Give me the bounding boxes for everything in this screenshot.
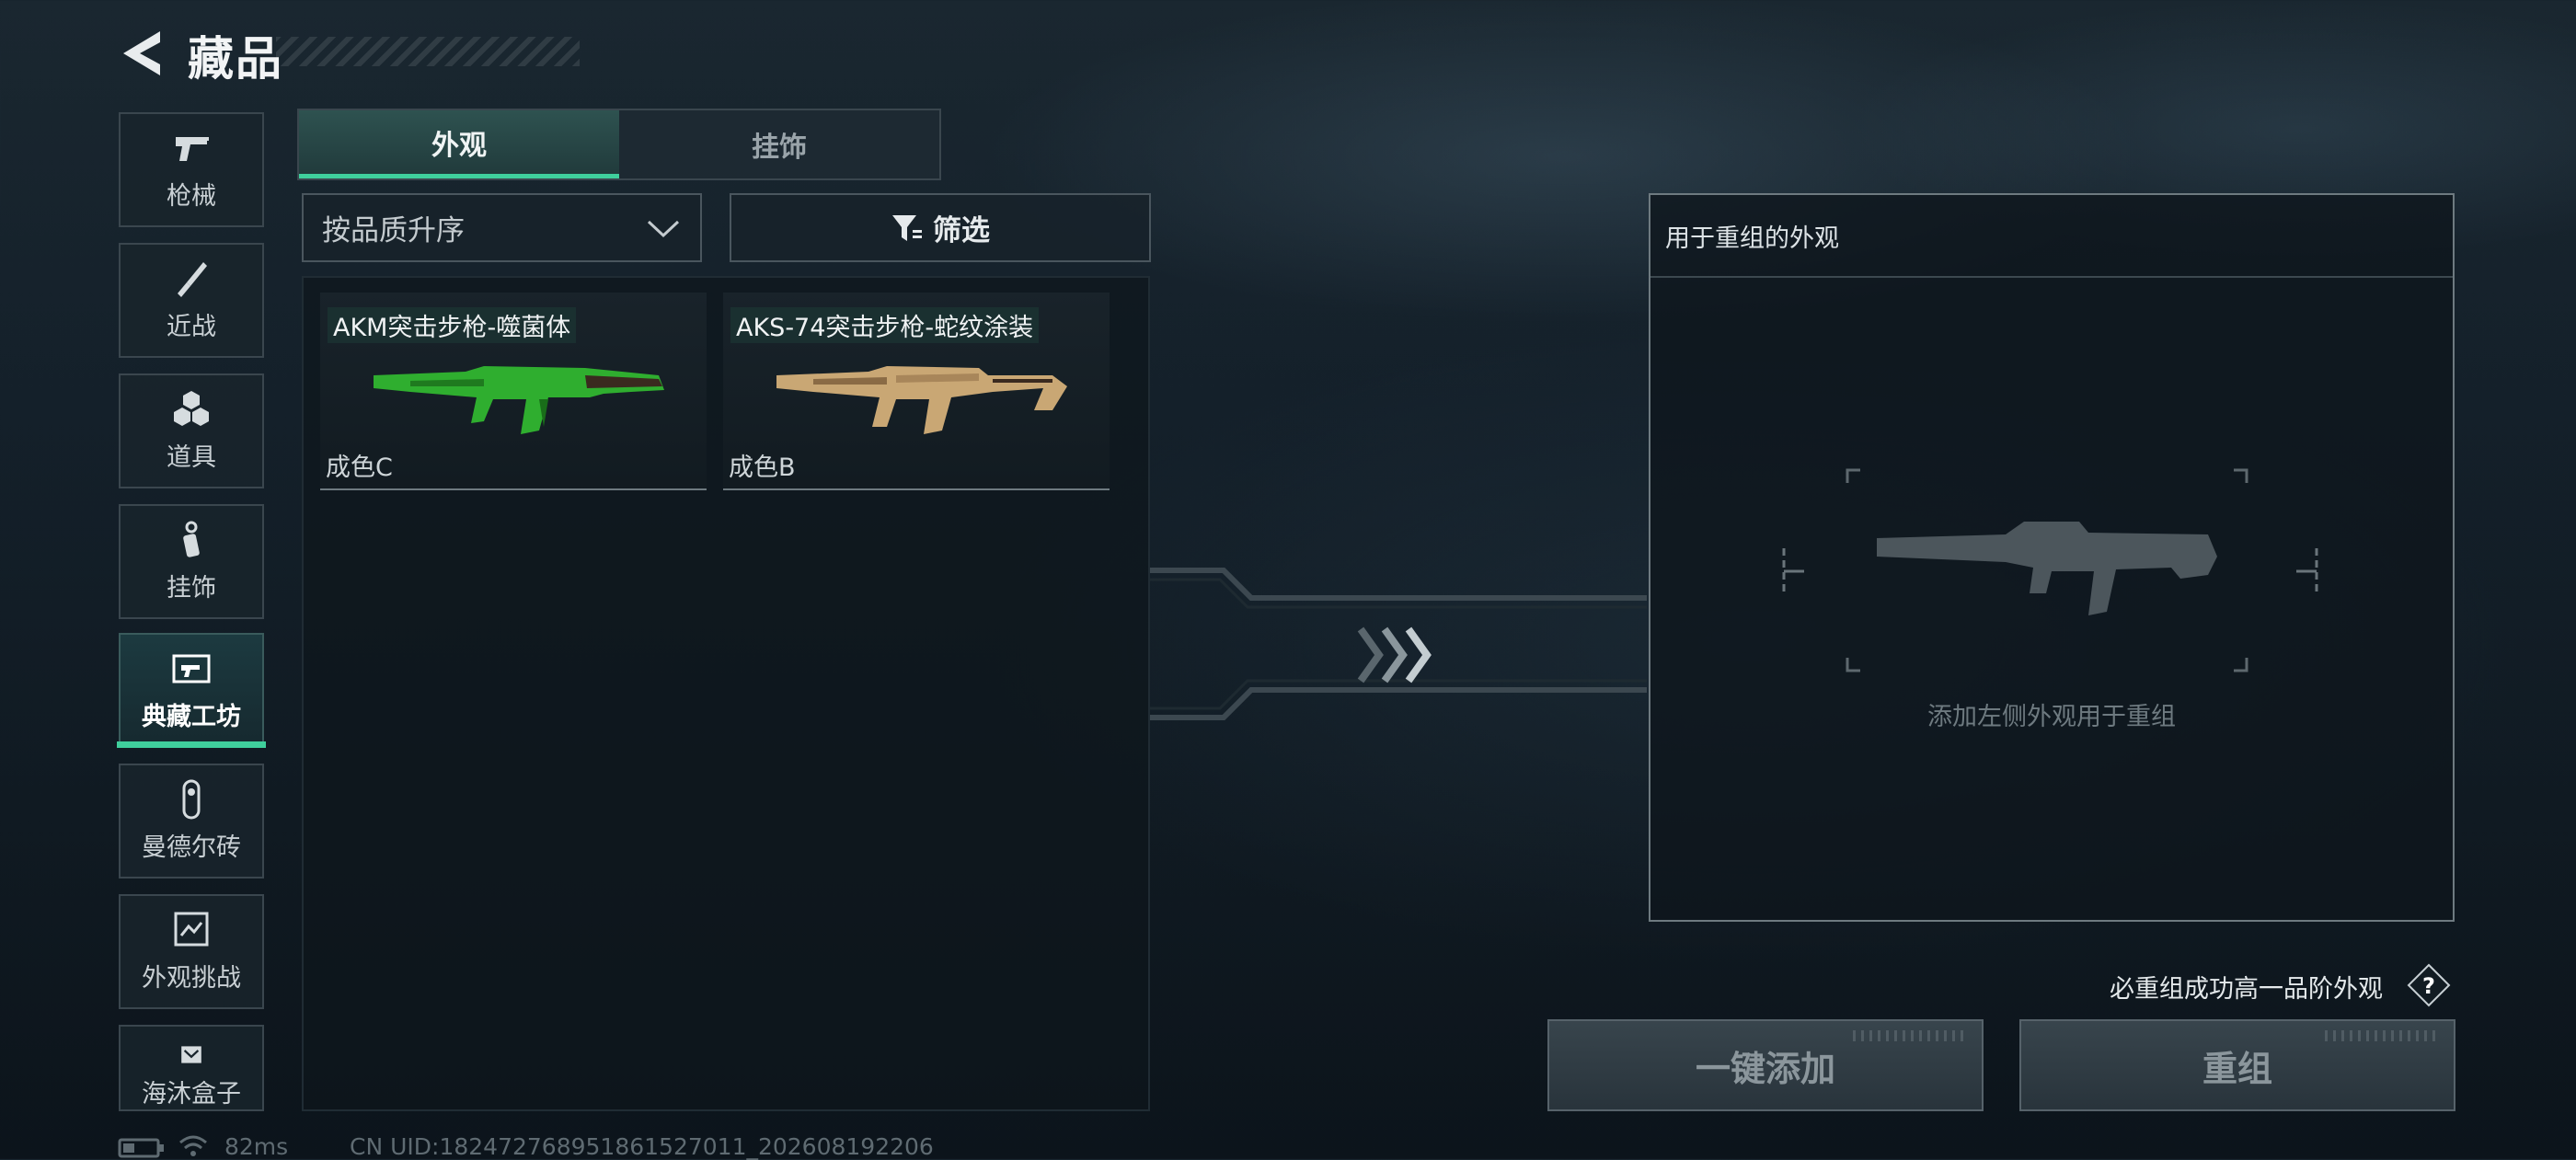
back-arrow-icon[interactable] — [118, 26, 166, 81]
item-card[interactable]: AKM突击步枪-噬菌体 成色C — [320, 293, 707, 490]
sidebar-item-appearance-challenge[interactable]: 外观挑战 — [119, 894, 264, 1009]
sidebar-item-charms[interactable]: 挂饰 — [119, 504, 264, 619]
item-card[interactable]: AKS-74突击步枪-蛇纹涂装 成色B — [723, 293, 1110, 490]
knife-icon — [178, 262, 207, 297]
recompose-panel-title: 用于重组的外观 — [1650, 195, 2453, 278]
recompose-label: 重组 — [2202, 1048, 2272, 1089]
tab-bar: 外观 挂饰 — [297, 109, 941, 180]
title-decoration — [276, 37, 580, 66]
workshop-icon — [172, 654, 211, 683]
filter-label: 筛选 — [933, 214, 990, 247]
bracket-left-icon — [1782, 548, 1804, 594]
item-list-panel: AKM突击步枪-噬菌体 成色C AKS-74突击步枪-蛇纹涂装 成色B — [302, 276, 1150, 1111]
item-grade: 成色C — [326, 454, 393, 482]
sidebar-item-label: 近战 — [167, 313, 216, 341]
auto-add-label: 一键添加 — [1695, 1048, 1835, 1089]
help-icon[interactable]: ? — [2406, 962, 2452, 1008]
rifle-placeholder-icon — [1846, 468, 2248, 672]
filter-icon — [892, 214, 922, 241]
sidebar-item-label: 典藏工坊 — [142, 703, 241, 731]
grenade-icon — [174, 391, 209, 426]
brick-icon — [182, 779, 201, 820]
auto-add-button[interactable]: 一键添加 — [1547, 1019, 1984, 1111]
sidebar-item-label: 海沐盒子 — [142, 1080, 241, 1108]
sidebar-item-label: 曼德尔砖 — [142, 833, 241, 862]
challenge-icon — [174, 912, 209, 947]
ping-text: 82ms — [224, 1133, 289, 1160]
tab-appearance[interactable]: 外观 — [299, 110, 619, 178]
bracket-right-icon — [2296, 548, 2318, 594]
sidebar-item-label: 道具 — [167, 443, 216, 472]
guarantee-text: 必重组成功高一品阶外观 — [2110, 975, 2383, 1004]
sidebar-item-label: 枪械 — [167, 182, 216, 211]
page-title: 藏品 — [188, 32, 283, 86]
svg-text:?: ? — [2422, 973, 2435, 999]
button-decoration — [1853, 1030, 1963, 1041]
aks74-rifle-image — [776, 366, 1067, 434]
recompose-placeholder-text: 添加左侧外观用于重组 — [1927, 703, 2176, 731]
uid-text: CN UID:1824727689518615270​11_2026081922… — [350, 1133, 934, 1160]
battery-icon — [118, 1138, 164, 1158]
recompose-button[interactable]: 重组 — [2019, 1019, 2455, 1111]
chevron-right-arrows-icon — [1357, 626, 1432, 683]
sort-dropdown[interactable]: 按品质升序 — [302, 193, 702, 262]
button-decoration — [2325, 1030, 2435, 1041]
sidebar-item-label: 挂饰 — [167, 574, 216, 603]
sidebar-item-workshop[interactable]: 典藏工坊 — [119, 633, 264, 748]
item-grade: 成色B — [729, 454, 796, 482]
charm-icon — [183, 521, 200, 557]
sidebar-item-guns[interactable]: 枪械 — [119, 112, 264, 227]
filter-button[interactable]: 筛选 — [730, 193, 1151, 262]
box-icon — [181, 1046, 201, 1063]
wifi-icon — [179, 1135, 207, 1156]
sort-label: 按品质升序 — [322, 214, 465, 247]
akm-rifle-image — [374, 366, 664, 434]
sidebar-item-mandel-brick[interactable]: 曼德尔砖 — [119, 764, 264, 879]
pistol-icon — [176, 137, 209, 161]
sidebar-item-gadgets[interactable]: 道具 — [119, 373, 264, 488]
tab-charms[interactable]: 挂饰 — [619, 110, 939, 178]
sidebar-item-label: 外观挑战 — [142, 964, 241, 993]
active-indicator — [117, 741, 266, 748]
sidebar-item-melee[interactable]: 近战 — [119, 243, 264, 358]
sidebar-item-box[interactable]: 海沐盒子 — [119, 1025, 264, 1111]
chevron-down-icon — [647, 220, 680, 237]
